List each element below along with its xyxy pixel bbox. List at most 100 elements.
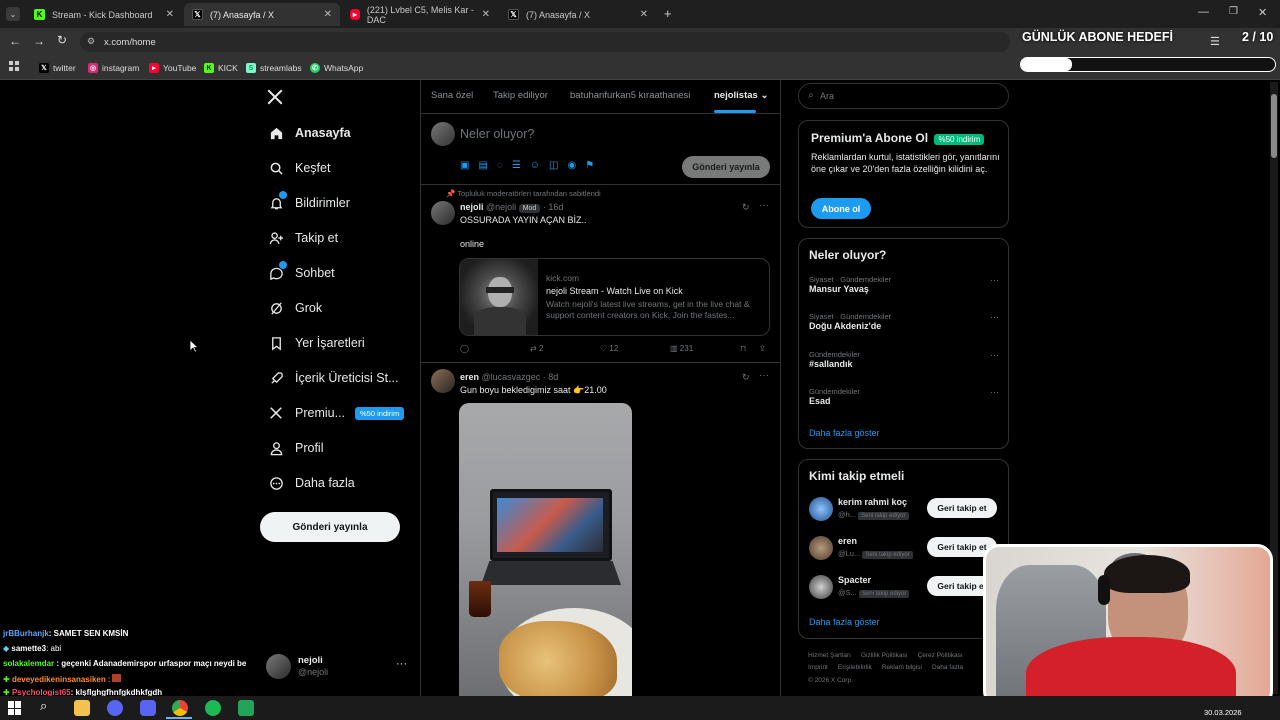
footer-link[interactable]: Hizmet Şartları [808,650,851,662]
forward-icon[interactable]: → [33,34,45,48]
restore-icon[interactable]: ❐ [1229,6,1238,17]
emoji-icon[interactable]: ☺ [530,160,540,171]
tab-youtube[interactable]: ▸ (221) Lvbel C5, Melis Kar - DAC ✕ [342,3,498,26]
tab-search-button[interactable]: ⌄ [6,7,20,21]
tweet-author[interactable]: nejoli [460,202,484,212]
bookmark-twitter[interactable]: 𝕏twitter [39,61,76,75]
gif-icon[interactable]: ▤ [478,160,487,171]
app-icon[interactable] [107,700,123,716]
poll-icon[interactable]: ☰ [512,160,521,171]
apps-grid-icon[interactable] [9,61,19,71]
tab-nejolistas[interactable]: nejolistas ⌄ [714,90,768,101]
more-icon[interactable]: ··· [990,350,999,360]
flag-icon[interactable]: ⚑ [585,160,594,171]
bookmark-instagram[interactable]: ◎ instagram [88,61,139,75]
close-icon[interactable]: ✕ [640,9,648,20]
nav-profile[interactable]: Profil [268,435,323,461]
search-icon[interactable]: ⌕ [40,698,56,714]
discord-icon[interactable] [140,700,156,716]
close-icon[interactable]: ✕ [324,9,332,20]
reload-icon[interactable]: ↻ [57,33,67,47]
trend-item[interactable]: Gündemdekiler Esad ··· [809,387,999,406]
tweet-handle[interactable]: @lucasvazgec [482,372,541,382]
nav-creator-studio[interactable]: İçerik Üreticisi St... [268,365,399,391]
schedule-icon[interactable]: ◫ [549,160,558,171]
retweet-button[interactable]: ⇄ 2 [530,344,543,353]
footer-link[interactable]: Daha fazla [932,662,963,674]
avatar[interactable] [431,201,455,225]
trend-item[interactable]: Gündemdekiler #sallandık ··· [809,350,999,369]
more-icon[interactable]: ··· [759,200,769,211]
tab-x-home[interactable]: 𝕏 (7) Anasayfa / X ✕ [184,3,340,26]
tab-strip-icon[interactable]: ☰ [1210,35,1220,48]
nav-grok[interactable]: Grok [268,295,322,321]
back-icon[interactable]: ← [9,34,21,48]
close-icon[interactable]: ✕ [482,9,490,20]
tweet-handle[interactable]: @nejoli [486,202,516,212]
tab-community[interactable]: batuhanfurkan5 kıraathanesi [570,90,690,101]
footer-link[interactable]: Erişilebilirlik [838,662,872,674]
app-icon[interactable] [238,700,254,716]
x-logo-icon[interactable] [266,88,286,108]
who-to-follow-show-more[interactable]: Daha fazla göster [809,617,880,627]
location-icon[interactable]: ◉ [568,160,577,171]
tab-for-you[interactable]: Sana özel [431,90,473,101]
tab-kick-dashboard[interactable]: K Stream - Kick Dashboard ✕ [26,3,182,26]
window-close-icon[interactable]: ✕ [1258,6,1267,19]
nav-explore[interactable]: Keşfet [268,155,330,181]
nav-follow[interactable]: Takip et [268,225,338,251]
views-button[interactable]: ▥ 231 [670,344,693,353]
bookmark-youtube[interactable]: ▸ YouTube [149,61,196,75]
site-info-icon[interactable]: ⚙ [87,36,95,47]
search-input[interactable]: ⌕ Ara [798,83,1009,109]
scrollbar-thumb[interactable] [1271,94,1277,158]
tweet-time[interactable]: · 8d [543,372,559,382]
tweet-time[interactable]: · 16d [543,202,564,212]
trend-item[interactable]: Siyaset · Gündemdekiler Doğu Akdeniz'de … [809,312,999,331]
tweet-author[interactable]: eren [460,372,479,382]
nav-more[interactable]: Daha fazla [268,470,355,496]
share-icon[interactable]: ⇪ [759,344,766,353]
footer-link[interactable]: Gizlilik Politikası [861,650,908,662]
subscribe-button[interactable]: Abone ol [811,198,871,219]
reply-icon[interactable]: ◯ [460,344,469,353]
avatar[interactable] [431,369,455,393]
tweet-photo[interactable] [459,403,632,696]
more-icon[interactable]: ··· [990,312,999,322]
more-icon[interactable]: ··· [990,387,999,397]
grok-icon[interactable]: ↻ [742,372,750,383]
footer-link[interactable]: Reklam bilgisi [882,662,922,674]
nav-notifications[interactable]: Bildirimler [268,190,350,216]
more-icon[interactable]: ··· [759,370,769,381]
new-tab-icon[interactable]: + [664,6,672,21]
bookmark-icon[interactable]: ⊓ [740,344,746,353]
footer-link[interactable]: Imprint [808,662,828,674]
bookmark-streamlabs[interactable]: Sstreamlabs [246,61,302,75]
grok-icon[interactable]: ↻ [742,202,750,213]
compose-post-button[interactable]: Gönderi yayınla [682,156,770,178]
bookmark-whatsapp[interactable]: ✆ WhatsApp [310,61,363,75]
file-explorer-icon[interactable] [74,700,90,716]
chrome-icon[interactable] [172,700,188,716]
trends-show-more[interactable]: Daha fazla göster [809,428,880,438]
compose-input[interactable]: Neler oluyor? [460,127,534,141]
bookmark-kick[interactable]: K KICK [204,61,238,75]
spotify-icon[interactable] [205,700,221,716]
nav-chat[interactable]: Sohbet [268,260,335,286]
grok-icon[interactable]: ◌ [497,160,503,171]
url-field[interactable]: ⚙ x.com/home [80,32,1010,52]
like-button[interactable]: ♡ 12 [600,344,618,353]
link-card[interactable]: kick.com nejoli Stream - Watch Live on K… [459,258,770,336]
account-switcher[interactable]: nejoli @nejoli ··· [266,652,416,682]
post-button[interactable]: Gönderi yayınla [260,512,400,542]
nav-bookmarks[interactable]: Yer İşaretleri [268,330,365,356]
close-icon[interactable]: ✕ [166,9,174,20]
follow-back-button[interactable]: Geri takip et [927,498,997,518]
trend-item[interactable]: Siyaset · Gündemdekiler Mansur Yavaş ··· [809,275,999,294]
tab-x-home-2[interactable]: 𝕏 (7) Anasayfa / X ✕ [500,3,656,26]
nav-premium[interactable]: Premiu... %50 indirim [268,400,405,426]
more-icon[interactable]: ··· [396,658,407,670]
windows-start-icon[interactable] [8,701,22,715]
more-icon[interactable]: ··· [990,275,999,285]
image-icon[interactable]: ▣ [460,160,469,171]
